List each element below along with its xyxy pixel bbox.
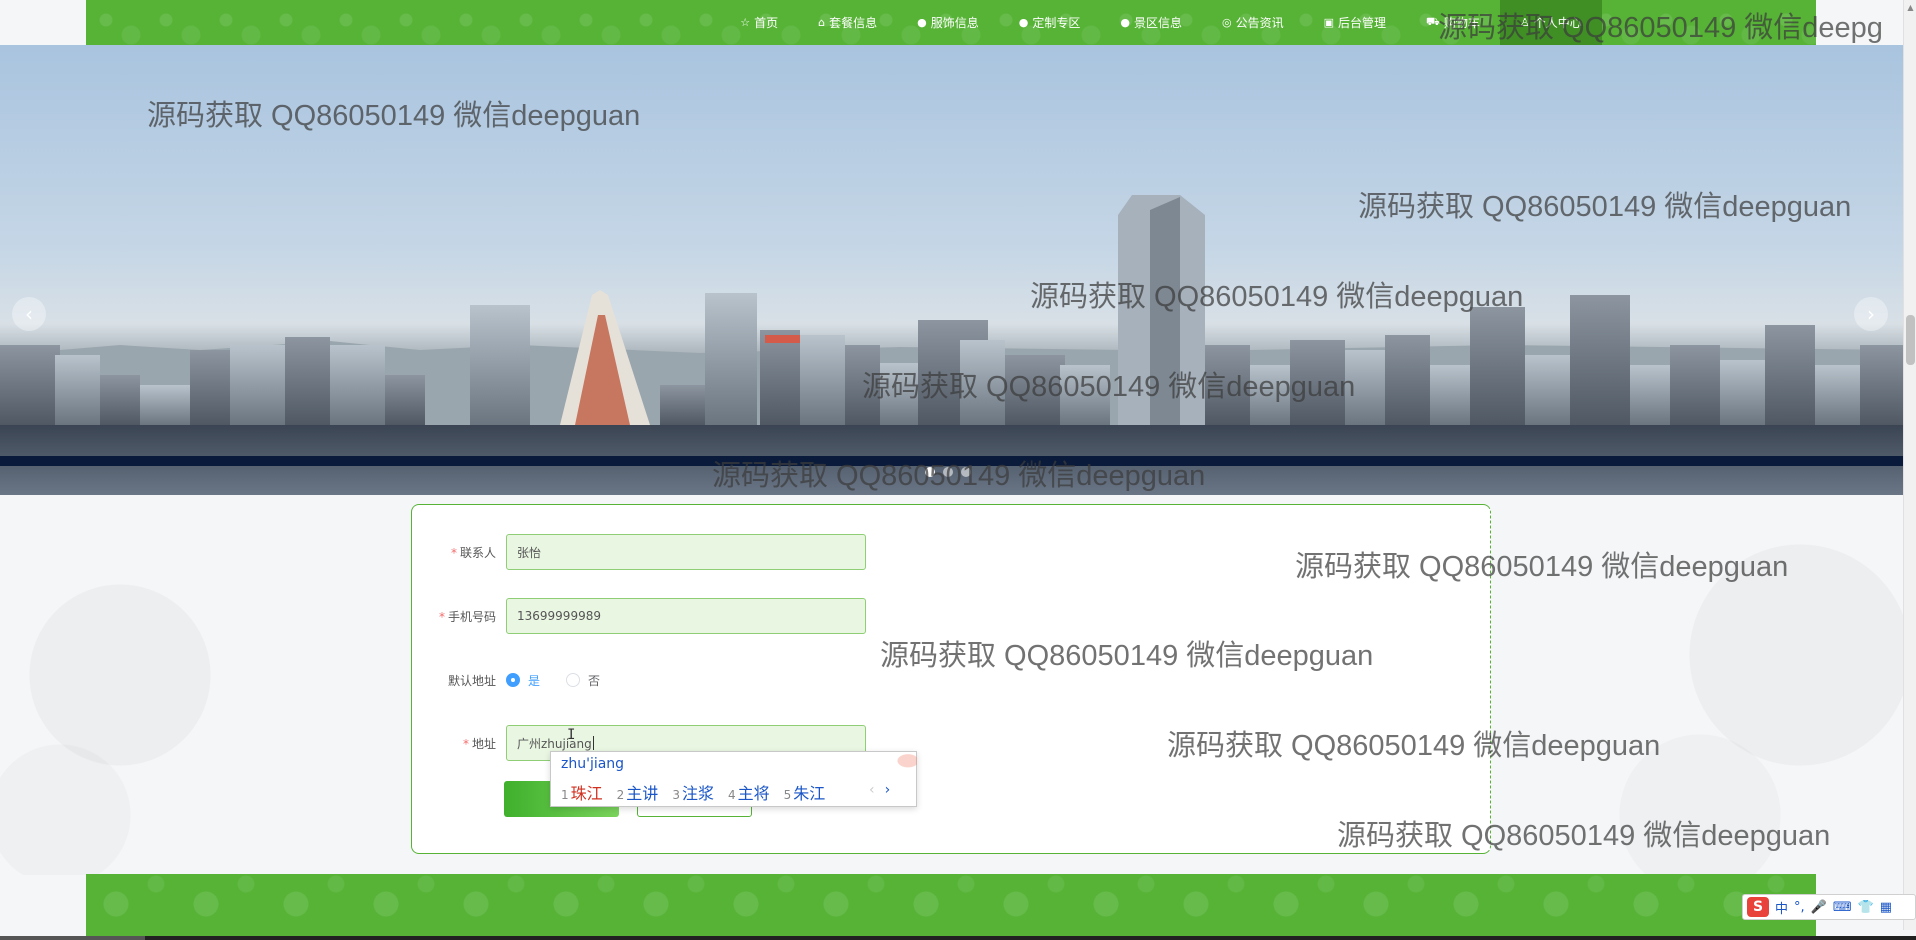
carousel-dot[interactable]	[925, 467, 935, 477]
user-icon: ♙	[1519, 16, 1530, 29]
ime-toolbar: S 中 °, 🎤 ⌨ 👕 ▦	[1742, 894, 1916, 920]
ime-candidates: 1 珠江 2 主讲 3 注浆 4 主将 5 朱江	[561, 780, 825, 804]
ime-candidate-text: 主讲	[626, 784, 659, 803]
nav-item-2[interactable]: ● 服饰信息	[897, 0, 999, 45]
nav-item-label: 公告资讯	[1235, 16, 1284, 30]
nav-item-label: 首页	[754, 16, 779, 30]
ime-candidate[interactable]: 2 主讲	[617, 780, 659, 804]
radio-unchecked-icon	[566, 673, 581, 687]
skin-icon[interactable]: 👕	[1858, 900, 1874, 915]
ime-candidate[interactable]: 1 珠江	[561, 780, 603, 804]
radio-no[interactable]: 否	[566, 672, 600, 689]
info-icon: ●	[917, 16, 927, 29]
chevron-left-icon: ‹	[25, 302, 33, 326]
ime-page-nav: ‹ ›	[869, 782, 890, 798]
scroll-thumb[interactable]	[1906, 315, 1915, 365]
ime-next-page-button[interactable]: ›	[885, 782, 891, 798]
ime-candidate-popup: zhu'jiang 1 珠江 2 主讲 3 注浆 4 主将 5 朱江 ‹ ›	[550, 751, 917, 807]
ime-prev-page-button[interactable]: ‹	[869, 782, 875, 798]
chevron-right-icon: ›	[1867, 302, 1875, 326]
bottom-status-strip	[0, 936, 1916, 940]
default-address-row: 默认地址 是 否	[412, 662, 600, 698]
ime-candidate-number: 2	[616, 788, 625, 802]
star-icon: ☆	[740, 16, 751, 29]
nav-item-7[interactable]: ⛟ 购物车	[1406, 0, 1500, 45]
top-nav: ☆ 首页 ⌂ 套餐信息 ● 服饰信息 ● 定制专区 ● 景区信息 ◎ 公告资讯 ▣ 后台管理 ⛟ 购物车 ♙ 个人…	[86, 0, 1816, 45]
nav-item-label: 个人中心	[1533, 16, 1582, 30]
sogou-logo-icon[interactable]: S	[1747, 897, 1769, 917]
phone-label: * 手机号码	[438, 609, 496, 624]
ime-candidate-text: 珠江	[570, 784, 603, 803]
phone-input[interactable]: 13699999989	[506, 598, 866, 634]
home-icon: ⌂	[818, 16, 826, 29]
punctuation-icon[interactable]: °,	[1794, 900, 1805, 915]
city-skyline-image	[0, 195, 1903, 495]
info-icon: ●	[1120, 16, 1130, 29]
nav-item-4[interactable]: ● 景区信息	[1100, 0, 1202, 45]
nav-item-8[interactable]: ♙ 个人中心	[1499, 0, 1602, 45]
nav-item-label: 景区信息	[1133, 16, 1182, 30]
ime-decoration	[887, 752, 917, 774]
default-address-label: 默认地址	[447, 673, 496, 688]
box-icon: ▣	[1323, 16, 1335, 29]
nav-item-label: 服饰信息	[930, 16, 979, 30]
carousel-dot[interactable]	[961, 467, 971, 477]
nav-item-6[interactable]: ▣ 后台管理	[1304, 0, 1406, 45]
text-caret	[592, 736, 594, 750]
keyboard-icon[interactable]: ⌨	[1833, 900, 1852, 915]
ime-candidate[interactable]: 4 主将	[728, 780, 770, 804]
nav-item-label: 后台管理	[1338, 16, 1387, 30]
toolbox-grid-icon[interactable]: ▦	[1880, 900, 1892, 915]
contact-label: * 联系人	[450, 545, 496, 560]
nav-list: ☆ 首页 ⌂ 套餐信息 ● 服饰信息 ● 定制专区 ● 景区信息 ◎ 公告资讯 ▣ 后台管理 ⛟ 购物车 ♙ 个人…	[720, 0, 1602, 45]
nav-item-3[interactable]: ● 定制专区	[999, 0, 1101, 45]
banner-carousel: ‹ ›	[0, 45, 1903, 495]
radio-yes[interactable]: 是	[506, 672, 540, 689]
cart-icon: ⛟	[1426, 15, 1440, 28]
nav-item-5[interactable]: ◎ 公告资讯	[1202, 0, 1304, 45]
contact-input[interactable]: 张怡	[506, 534, 866, 570]
carousel-next-button[interactable]: ›	[1854, 297, 1888, 331]
ime-candidate-text: 朱江	[793, 784, 826, 803]
ime-candidate-number: 5	[783, 788, 792, 802]
carousel-indicators	[925, 467, 971, 477]
page-scrollbar[interactable]: ▲ ▼	[1903, 0, 1916, 930]
ime-candidate-text: 主将	[737, 784, 770, 803]
nav-item-1[interactable]: ⌂ 套餐信息	[798, 0, 897, 45]
ime-candidate-text: 注浆	[681, 784, 714, 803]
ime-candidate-number: 3	[672, 788, 680, 802]
nav-item-label: 定制专区	[1032, 16, 1081, 30]
scroll-up-icon[interactable]: ▲	[1906, 3, 1915, 13]
microphone-icon[interactable]: 🎤	[1811, 900, 1827, 915]
footer	[86, 874, 1816, 940]
info-icon: ●	[1018, 16, 1029, 29]
ime-candidate[interactable]: 3 注浆	[672, 780, 714, 804]
carousel-dot[interactable]	[943, 467, 953, 477]
phone-row: * 手机号码 13699999989	[412, 598, 866, 634]
river-band	[0, 456, 1903, 466]
radio-checked-icon	[506, 673, 520, 687]
globe-icon: ◎	[1221, 16, 1232, 29]
nav-item-0[interactable]: ☆ 首页	[720, 0, 798, 45]
chinese-mode-toggle[interactable]: 中	[1775, 898, 1788, 917]
address-label: * 地址	[462, 736, 496, 751]
carousel-prev-button[interactable]: ‹	[12, 297, 46, 331]
nav-item-label: 购物车	[1443, 16, 1480, 30]
ime-candidate[interactable]: 5 朱江	[784, 780, 826, 804]
nav-item-label: 套餐信息	[829, 16, 878, 30]
default-address-radio-group: 是 否	[506, 672, 600, 689]
ime-pinyin: zhu'jiang	[561, 756, 625, 772]
contact-row: * 联系人 张怡	[412, 534, 866, 570]
ime-candidate-number: 4	[727, 788, 736, 802]
ibeam-cursor-icon: I	[567, 727, 576, 743]
ime-candidate-number: 1	[561, 788, 569, 802]
